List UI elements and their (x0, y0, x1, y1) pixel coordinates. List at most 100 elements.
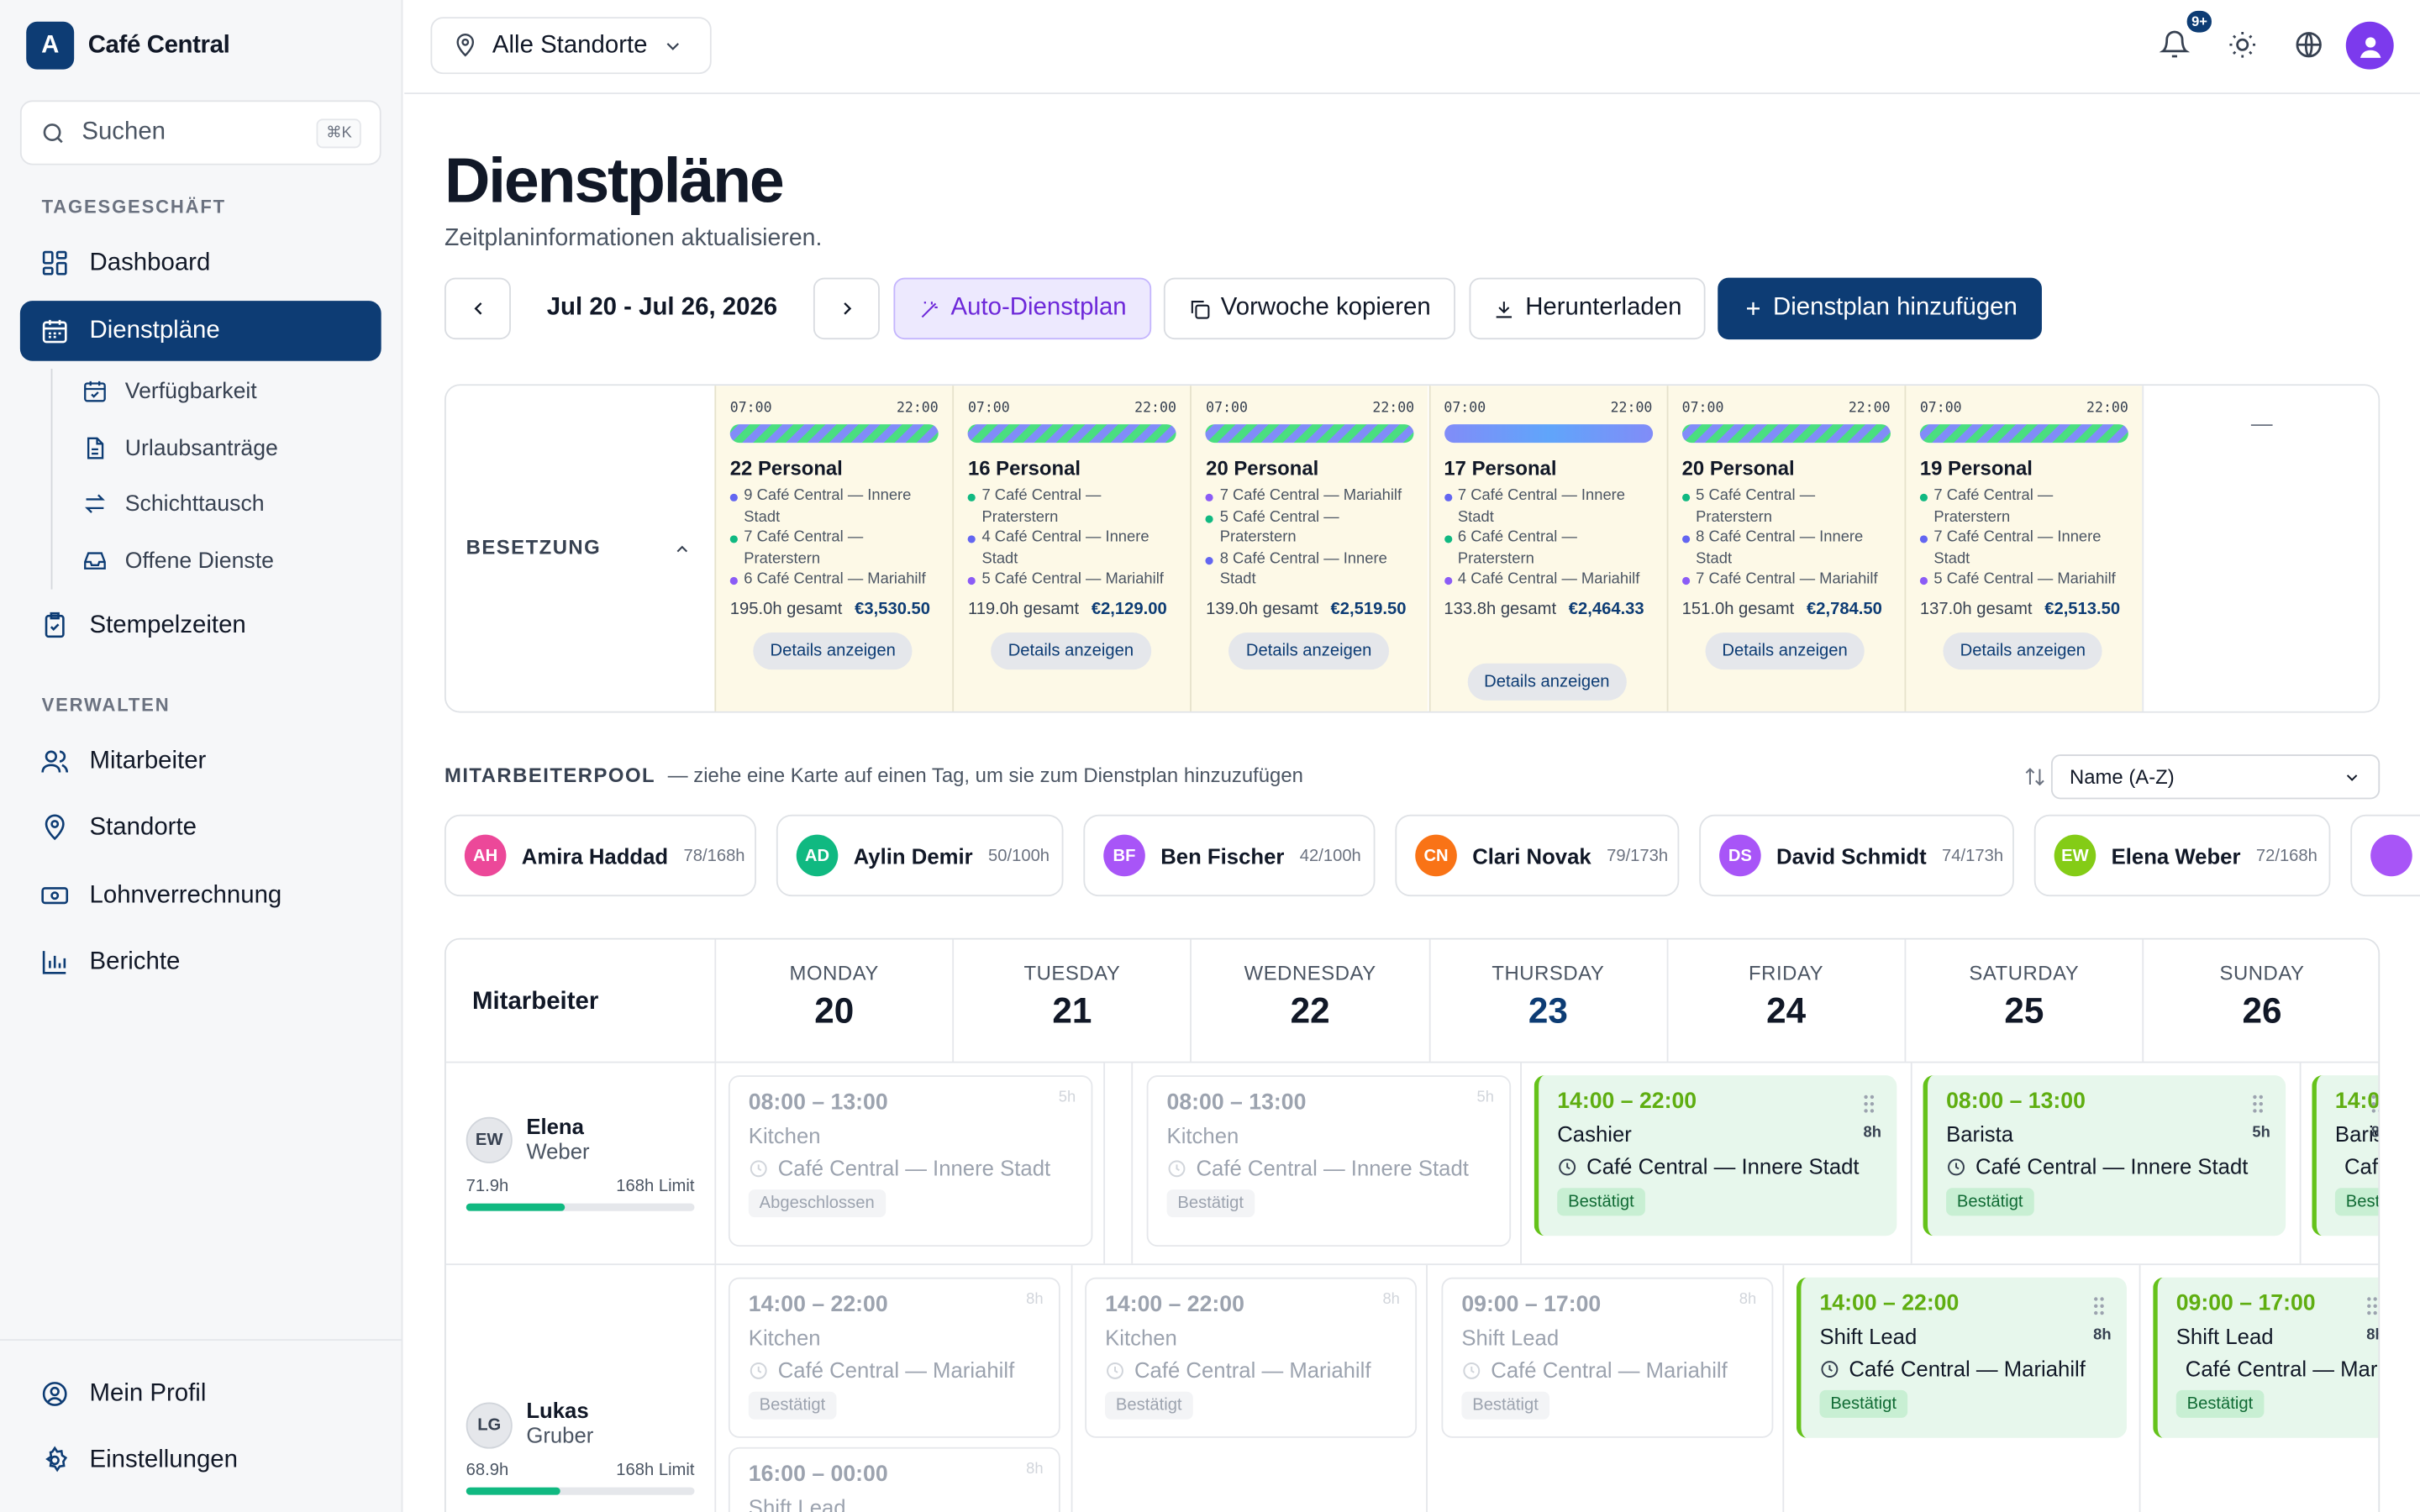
coverage-location-item: 6 Café Central — Praterstern (1444, 528, 1656, 570)
copy-previous-week-button[interactable]: Vorwoche kopieren (1163, 277, 1456, 340)
sidebar-item-payroll[interactable]: Lohnverrechnung (20, 865, 381, 926)
coverage-staff-count: 17 Personal (1444, 456, 1557, 480)
details-button[interactable]: Details anzeigen (753, 633, 913, 670)
employee-hours: 72/168h (2255, 846, 2317, 865)
details-button[interactable]: Details anzeigen (991, 633, 1151, 670)
location-select[interactable]: Alle Standorte (430, 17, 712, 75)
shift-card[interactable]: 8h 14:00 – 22:00 Barista Café Central — … (2312, 1075, 2380, 1236)
map-pin-icon (456, 34, 475, 57)
shift-card[interactable]: 8h 09:00 – 17:00 Shift Lead Café Central… (2153, 1277, 2379, 1438)
shift-card[interactable]: 8h 14:00 – 22:00 Kitchen Café Central — … (1085, 1277, 1418, 1438)
clock-icon (750, 1159, 767, 1177)
coverage-total-hours: 133.8h gesamt (1444, 600, 1557, 619)
coverage-totals: 195.0h gesamt €3,530.50 (730, 600, 943, 618)
add-schedule-button[interactable]: Dienstplan hinzufügen (1718, 277, 2042, 340)
status-badge: Bestätigt (1166, 1189, 1255, 1218)
sidebar-item-profile[interactable]: Mein Profil (20, 1364, 381, 1425)
shift-card[interactable]: 8h 14:00 – 22:00 Cashier Café Central — … (1534, 1075, 1897, 1236)
shift-role: Kitchen (1105, 1325, 1177, 1351)
employee-pool-card-partial[interactable] (2350, 814, 2420, 897)
sidebar-item-label: Berichte (89, 948, 181, 974)
status-badge: Bestätigt (1946, 1188, 2034, 1216)
users-icon (41, 750, 69, 773)
employee-name: Elena Weber (2111, 843, 2241, 869)
employee-pool-hint: — ziehe eine Karte auf einen Tag, um sie… (667, 764, 1303, 787)
globe-icon[interactable] (2293, 29, 2324, 60)
sidebar-item-dashboard[interactable]: Dashboard (20, 233, 381, 293)
status-badge: Abgeschlossen (748, 1189, 886, 1218)
details-button[interactable]: Details anzeigen (1705, 633, 1865, 670)
shift-card[interactable]: 5h 08:00 – 13:00 Barista Café Central — … (1923, 1075, 2286, 1236)
brand[interactable]: A Café Central (26, 21, 230, 70)
bell-icon[interactable] (2159, 29, 2191, 60)
sidebar-subitem-availability[interactable]: Verfügbarkeit (82, 378, 257, 404)
sidebar-divider (0, 1339, 403, 1341)
sidebar-item-employees[interactable]: Mitarbeiter (20, 732, 381, 792)
submenu-line (50, 368, 53, 590)
search-input[interactable]: Suchen ⌘K (19, 100, 381, 165)
prev-week-button[interactable] (444, 277, 511, 340)
shift-location-label: Café Central — Innere Stadt (1586, 1153, 1860, 1179)
sidebar-item-locations[interactable]: Standorte (20, 798, 381, 858)
chevron-up-icon[interactable] (673, 540, 692, 559)
coverage-staff-count: 20 Personal (1206, 456, 1319, 480)
sun-icon[interactable] (2227, 29, 2258, 60)
shift-duration: 8h (1863, 1124, 1881, 1142)
sidebar-item-schedules[interactable]: Dienstpläne (19, 301, 381, 361)
employee-pool-card[interactable]: DS David Schmidt 74/173h (1699, 814, 2014, 897)
drag-handle-icon[interactable] (2093, 1296, 2106, 1316)
employee-pool-card[interactable]: BF Ben Fischer 42/100h (1083, 814, 1376, 897)
employee-pool-card[interactable]: AD Aylin Demir 50/100h (776, 814, 1064, 897)
shift-card[interactable]: 8h 16:00 – 00:00 Shift Lead (728, 1446, 1060, 1512)
shift-card[interactable]: 5h 08:00 – 13:00 Kitchen Café Central — … (728, 1075, 1093, 1247)
day-number: 23 (1528, 990, 1568, 1031)
download-button[interactable]: Herunterladen (1469, 277, 1706, 340)
employee-avatar: BF (1103, 834, 1145, 877)
auto-schedule-button[interactable]: Auto-Dienstplan (893, 277, 1152, 340)
employee-pool-card[interactable]: AH Amira Haddad 78/168h (444, 814, 756, 897)
sidebar-item-timeclock[interactable]: Stempelzeiten (20, 596, 381, 656)
coverage-location-item: 8 Café Central — Innere Stadt (1681, 528, 1895, 570)
drag-handle-icon[interactable] (1863, 1094, 1876, 1114)
status-badge: Bestätigt (2334, 1188, 2379, 1216)
employee-avatar: DS (1719, 834, 1761, 877)
coverage-staff-count: 20 Personal (1681, 456, 1795, 480)
divider (1131, 1063, 1134, 1264)
sidebar-subitem-open-shifts[interactable]: Offene Dienste (82, 548, 274, 574)
shift-role: Kitchen (1166, 1123, 1239, 1148)
drag-handle-icon[interactable] (2252, 1094, 2265, 1114)
employee-first-name: Elena (526, 1114, 584, 1139)
employee-pool-card[interactable]: EW Elena Weber 72/168h (2033, 814, 2331, 897)
details-button[interactable]: Details anzeigen (1466, 663, 1627, 701)
employee-hours: 42/100h (1299, 846, 1361, 865)
coverage-location-list: 5 Café Central — Praterstern 8 Café Centr… (1681, 486, 1895, 591)
details-button[interactable]: Details anzeigen (1943, 633, 2103, 670)
divider (445, 1263, 2379, 1266)
details-button[interactable]: Details anzeigen (1228, 633, 1389, 670)
day-name: SUNDAY (2219, 961, 2305, 984)
sidebar-subitem-shift-swap[interactable]: Schichttausch (82, 491, 265, 517)
drag-handle-icon[interactable] (2366, 1296, 2379, 1316)
coverage-staff-count: 16 Personal (967, 456, 1081, 480)
status-badge: Bestätigt (1819, 1389, 1907, 1418)
shift-card[interactable]: 8h 14:00 – 22:00 Shift Lead Café Central… (1796, 1277, 2127, 1438)
employee-hours: 68.9h 168h Limit (466, 1461, 695, 1479)
sidebar-item-label: Mein Profil (89, 1379, 207, 1407)
next-week-button[interactable] (813, 277, 880, 340)
employee-hours-used: 71.9h (466, 1177, 509, 1196)
shift-card[interactable]: 5h 08:00 – 13:00 Kitchen Café Central — … (1146, 1075, 1512, 1247)
drag-handle-icon[interactable] (2370, 1094, 2380, 1114)
shift-card[interactable]: 8h 09:00 – 17:00 Shift Lead Café Central… (1441, 1277, 1774, 1438)
sidebar-item-reports[interactable]: Berichte (20, 932, 381, 992)
user-avatar[interactable] (2345, 21, 2394, 70)
sort-select[interactable]: Name (A-Z) (2050, 754, 2381, 800)
shift-card[interactable]: 8h 14:00 – 22:00 Kitchen Café Central — … (728, 1277, 1060, 1438)
divider (1520, 1063, 1522, 1264)
calendar-check-icon (84, 381, 106, 402)
topbar: Alle Standorte (404, 0, 2420, 95)
sidebar-item-settings[interactable]: Einstellungen (20, 1431, 381, 1491)
coverage-hours-range: 07:00 22:00 (730, 402, 939, 417)
shift-duration: 5h (2252, 1124, 2270, 1142)
sidebar-subitem-leave-requests[interactable]: Urlaubsanträge (82, 435, 278, 461)
employee-pool-card[interactable]: CN Clari Novak 79/173h (1395, 814, 1680, 897)
